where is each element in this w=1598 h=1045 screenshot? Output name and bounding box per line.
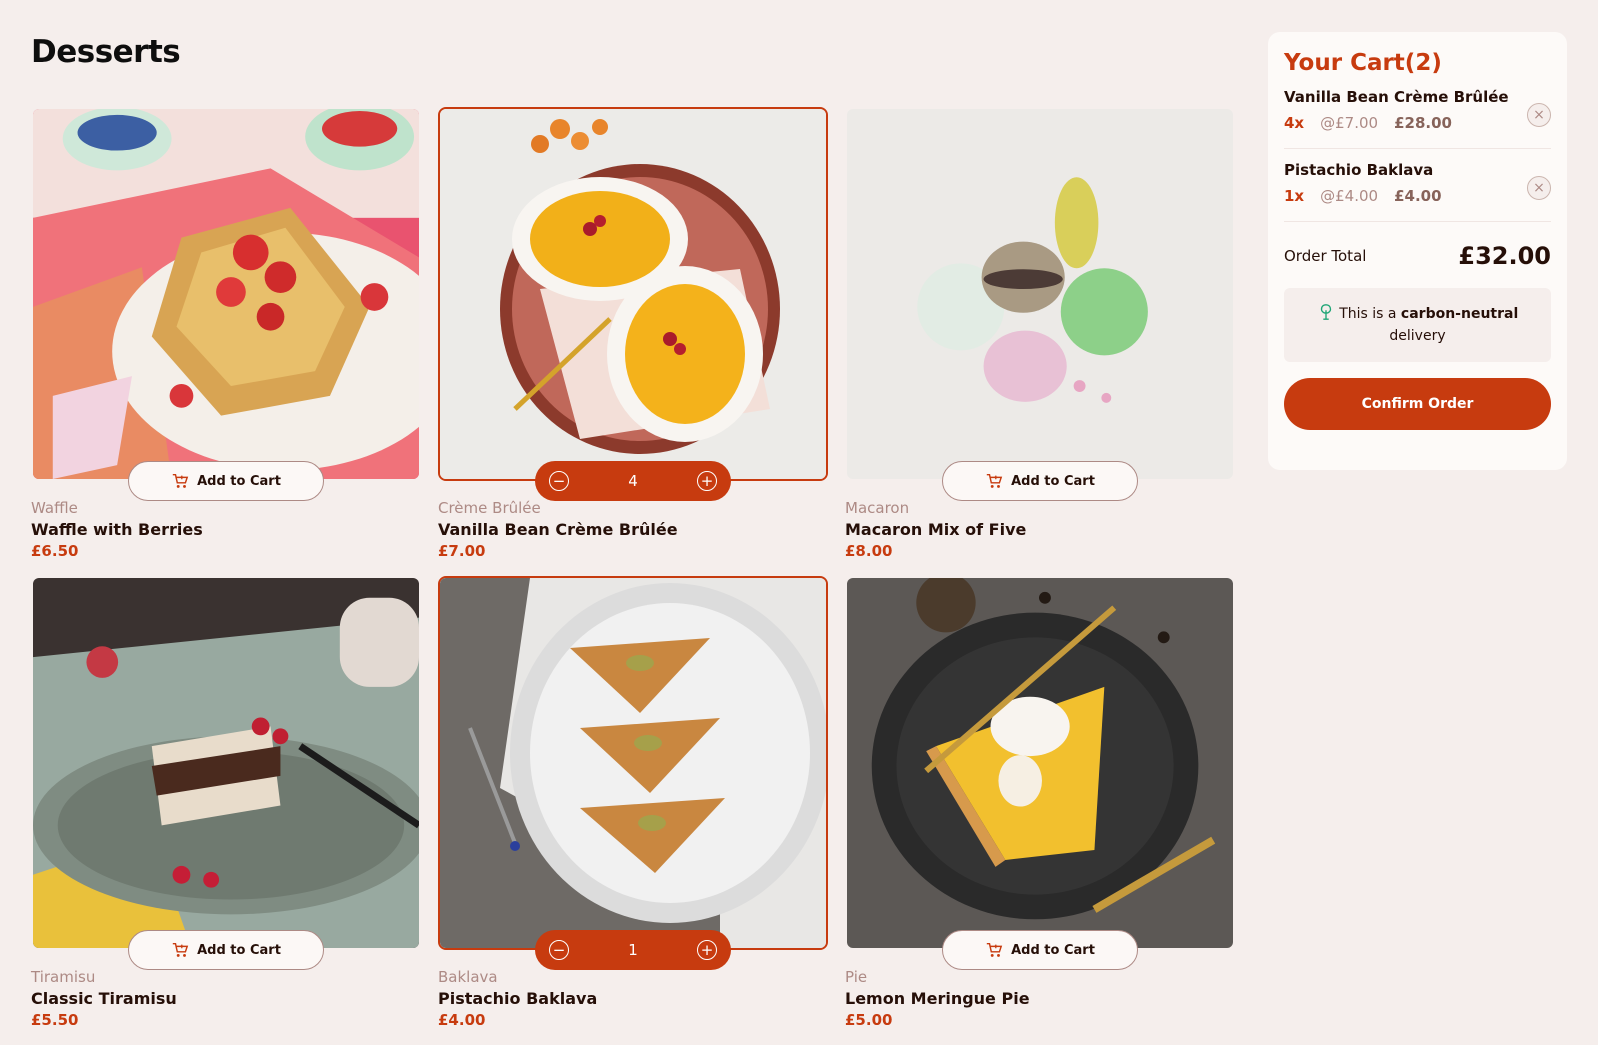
product-category: Tiramisu [31,968,96,986]
product-category: Crème Brûlée [438,499,541,517]
plus-icon[interactable]: + [696,471,717,491]
add-to-cart-label: Add to Cart [197,942,281,958]
product-name: Pistachio Baklava [438,989,598,1008]
quantity-value: 1 [628,941,638,959]
add-to-cart-label: Add to Cart [1011,473,1095,489]
cart-item-name: Vanilla Bean Crème Brûlée [1284,88,1509,106]
product-card: Add to Cart Pie Lemon Meringue Pie £5.00 [845,576,1235,1045]
carbon-neutral-note: This is a carbon-neutral delivery [1284,288,1551,362]
product-card: − 1 + Baklava Pistachio Baklava £4.00 [438,576,828,1045]
product-image-tiramisu [31,576,421,950]
cart-item-qty: 1x [1284,187,1305,205]
cart-item-unit-price: @£7.00 [1320,114,1379,132]
add-to-cart-button[interactable]: Add to Cart [128,461,324,501]
product-price: £6.50 [31,542,79,560]
cart-item-total: £4.00 [1394,187,1442,205]
cart-item-qty: 4x [1284,114,1305,132]
product-name: Vanilla Bean Crème Brûlée [438,520,678,539]
cart-title: Your Cart(2) [1284,50,1442,76]
product-card: − 4 + Crème Brûlée Vanilla Bean Crème Br… [438,107,828,576]
order-total-value: £32.00 [1458,242,1551,270]
page-title: Desserts [31,34,181,70]
cart-icon [986,942,1003,957]
product-grid: Add to Cart Waffle Waffle with Berries £… [31,107,1236,1045]
product-name: Lemon Meringue Pie [845,989,1030,1008]
product-price: £5.00 [845,1011,893,1029]
add-to-cart-button[interactable]: Add to Cart [942,461,1138,501]
cart-icon [172,473,189,488]
product-card: Add to Cart Tiramisu Classic Tiramisu £5… [31,576,421,1045]
cart-panel: Your Cart(2) Vanilla Bean Crème Brûlée 4… [1268,32,1567,470]
remove-icon[interactable]: × [1527,103,1551,127]
product-card: Add to Cart Macaron Macaron Mix of Five … [845,107,1235,576]
confirm-order-button[interactable]: Confirm Order [1284,378,1551,430]
product-category: Pie [845,968,868,986]
carbon-text-prefix: This is a [1339,306,1401,322]
add-to-cart-button[interactable]: Add to Cart [128,930,324,970]
carbon-text-suffix: delivery [1389,328,1446,344]
carbon-text-bold: carbon-neutral [1400,306,1519,322]
product-category: Macaron [845,499,910,517]
cart-item: Pistachio Baklava 1x @£4.00 £4.00 × [1284,149,1551,222]
cart-item: Vanilla Bean Crème Brûlée 4x @£7.00 £28.… [1284,76,1551,149]
product-category: Waffle [31,499,78,517]
add-to-cart-label: Add to Cart [1011,942,1095,958]
cart-icon [172,942,189,957]
cart-item-total: £28.00 [1394,114,1452,132]
quantity-value: 4 [628,472,638,490]
cart-icon [986,473,1003,488]
cart-item-unit-price: @£4.00 [1320,187,1379,205]
plus-icon[interactable]: + [696,940,717,960]
order-total-row: Order Total £32.00 [1284,222,1551,288]
product-image-waffle [31,107,421,481]
product-category: Baklava [438,968,498,986]
product-price: £5.50 [31,1011,79,1029]
product-image-baklava [438,576,828,950]
order-total-label: Order Total [1284,247,1367,265]
product-name: Classic Tiramisu [31,989,177,1008]
product-card: Add to Cart Waffle Waffle with Berries £… [31,107,421,576]
add-to-cart-button[interactable]: Add to Cart [942,930,1138,970]
product-name: Waffle with Berries [31,520,203,539]
cart-item-name: Pistachio Baklava [1284,161,1434,179]
minus-icon[interactable]: − [549,940,569,960]
quantity-stepper[interactable]: − 4 + [535,461,731,501]
product-price: £4.00 [438,1011,486,1029]
product-image-creme-brulee [438,107,828,481]
add-to-cart-label: Add to Cart [197,473,281,489]
remove-icon[interactable]: × [1527,176,1551,200]
product-price: £7.00 [438,542,486,560]
product-name: Macaron Mix of Five [845,520,1027,539]
tree-icon [1320,304,1331,320]
product-image-pie [845,576,1235,950]
quantity-stepper[interactable]: − 1 + [535,930,731,970]
product-price: £8.00 [845,542,893,560]
product-image-macaron [845,107,1235,481]
minus-icon[interactable]: − [549,471,569,491]
